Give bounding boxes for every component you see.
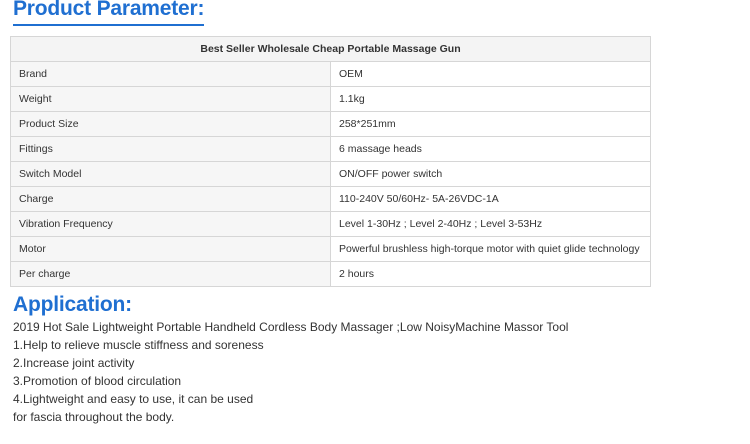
row-label-per-charge: Per charge xyxy=(10,261,331,287)
row-value-per-charge: 2 hours xyxy=(330,261,651,287)
row-value-motor: Powerful brushless high-torque motor wit… xyxy=(330,236,651,262)
application-line: 4.Lightweight and easy to use, it can be… xyxy=(13,392,254,407)
table-row: Per charge 2 hours xyxy=(10,261,651,287)
table-row: Product Size 258*251mm xyxy=(10,111,651,137)
application-heading: Application: xyxy=(13,293,132,316)
table-row: Fittings 6 massage heads xyxy=(10,136,651,162)
row-value-brand: OEM xyxy=(330,61,651,87)
table-row: Vibration Frequency Level 1-30Hz ; Level… xyxy=(10,211,651,237)
table-row: Motor Powerful brushless high-torque mot… xyxy=(10,236,651,262)
application-text: 2019 Hot Sale Lightweight Portable Handh… xyxy=(13,318,568,427)
row-value-product-size: 258*251mm xyxy=(330,111,651,137)
table-row: Charge 110-240V 50/60Hz- 5A-26VDC-1A xyxy=(10,186,651,212)
row-label-vibration-frequency: Vibration Frequency xyxy=(10,211,331,237)
product-parameter-table: Best Seller Wholesale Cheap Portable Mas… xyxy=(10,36,651,287)
table-title: Best Seller Wholesale Cheap Portable Mas… xyxy=(10,36,651,62)
application-line: 1.Help to relieve muscle stiffness and s… xyxy=(13,338,264,353)
row-label-weight: Weight xyxy=(10,86,331,112)
row-label-brand: Brand xyxy=(10,61,331,87)
table-row: Weight 1.1kg xyxy=(10,86,651,112)
row-label-product-size: Product Size xyxy=(10,111,331,137)
application-line: 2.Increase joint activity xyxy=(13,356,135,371)
row-value-vibration-frequency: Level 1-30Hz ; Level 2-40Hz ; Level 3-53… xyxy=(330,211,651,237)
row-value-charge: 110-240V 50/60Hz- 5A-26VDC-1A xyxy=(330,186,651,212)
table-row: Switch Model ON/OFF power switch xyxy=(10,161,651,187)
table-header-row: Best Seller Wholesale Cheap Portable Mas… xyxy=(10,36,651,62)
product-parameter-heading: Product Parameter: xyxy=(13,0,204,26)
application-line: for fascia throughout the body. xyxy=(13,410,175,425)
application-line: 2019 Hot Sale Lightweight Portable Handh… xyxy=(13,320,569,334)
row-label-fittings: Fittings xyxy=(10,136,331,162)
application-line: 3.Promotion of blood circulation xyxy=(13,374,182,389)
row-value-weight: 1.1kg xyxy=(330,86,651,112)
row-label-charge: Charge xyxy=(10,186,331,212)
table-row: Brand OEM xyxy=(10,61,651,87)
row-value-switch-model: ON/OFF power switch xyxy=(330,161,651,187)
row-value-fittings: 6 massage heads xyxy=(330,136,651,162)
row-label-switch-model: Switch Model xyxy=(10,161,331,187)
row-label-motor: Motor xyxy=(10,236,331,262)
